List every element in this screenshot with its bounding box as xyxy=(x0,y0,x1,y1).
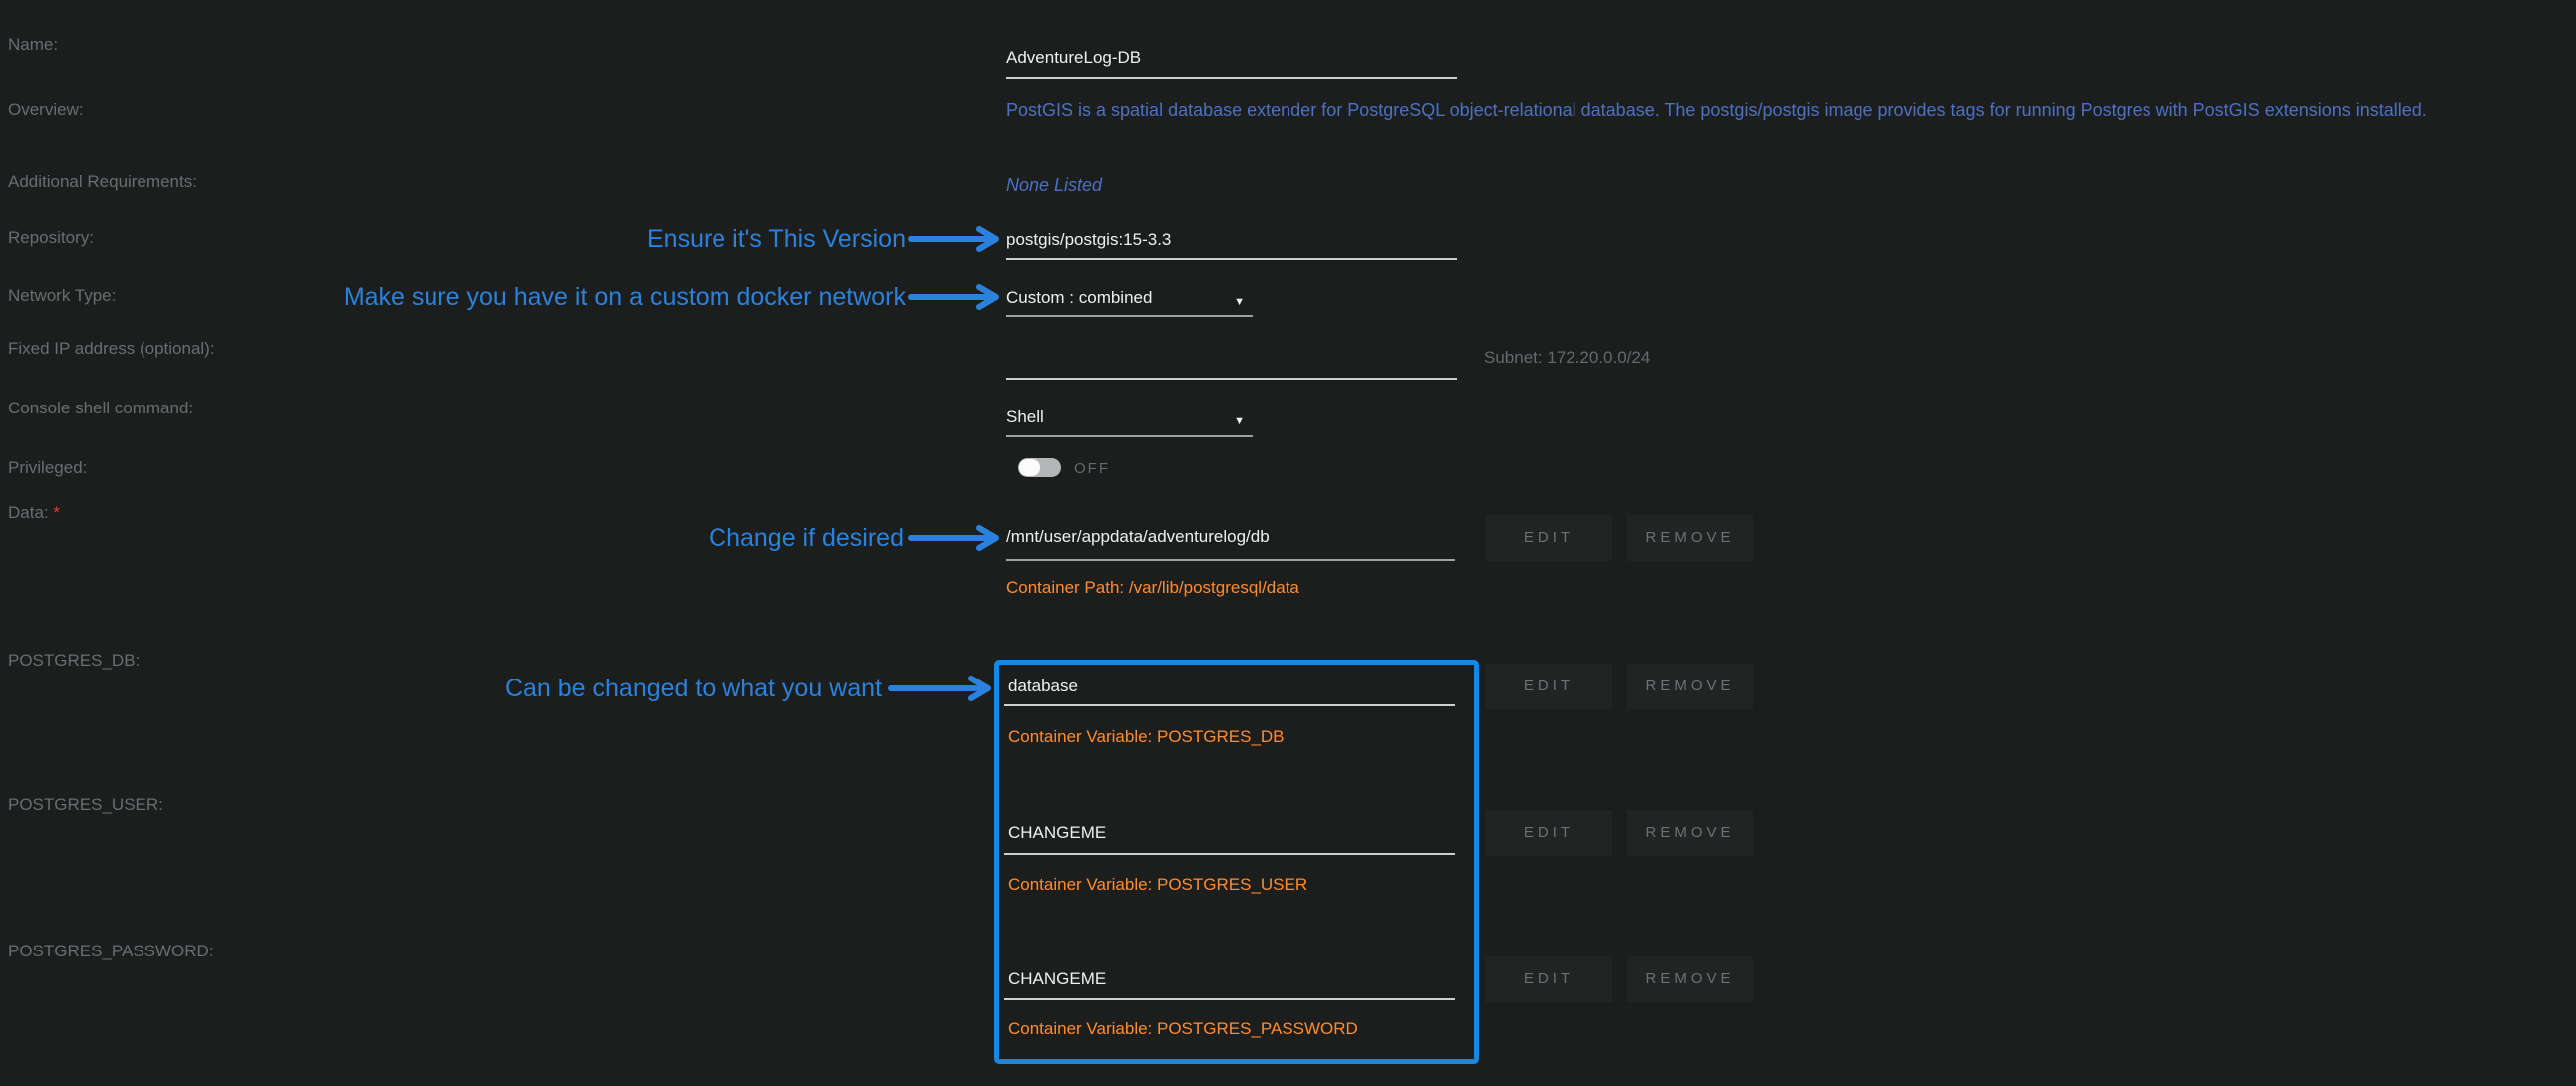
additional-requirements-label: Additional Requirements: xyxy=(8,172,197,192)
postgres-user-variable-note: Container Variable: POSTGRES_USER xyxy=(1008,875,1307,895)
repository-annotation: Ensure it's This Version xyxy=(408,225,906,253)
privileged-state-label: OFF xyxy=(1074,460,1110,478)
postgres-user-edit-button[interactable]: EDIT xyxy=(1485,810,1612,856)
toggle-knob xyxy=(1019,459,1040,476)
additional-requirements-value: None Listed xyxy=(1006,174,1102,196)
data-label-text: Data: xyxy=(8,503,49,522)
postgres-db-label: POSTGRES_DB: xyxy=(8,651,140,671)
postgres-password-input[interactable]: CHANGEME xyxy=(1008,968,1106,990)
network-type-underline xyxy=(1006,315,1253,317)
chevron-down-icon: ▼ xyxy=(1234,410,1245,432)
postgres-password-remove-button[interactable]: REMOVE xyxy=(1627,956,1753,1002)
repository-input[interactable]: postgis/postgis:15-3.3 xyxy=(1006,229,1171,251)
postgres-user-label: POSTGRES_USER: xyxy=(8,795,163,815)
data-annotation-arrow xyxy=(908,525,1002,551)
network-type-select[interactable]: Custom : combined ▼ xyxy=(1006,287,1253,309)
postgres-db-remove-button[interactable]: REMOVE xyxy=(1627,664,1753,709)
postgres-highlight-box xyxy=(994,660,1479,1064)
overview-text: PostGIS is a spatial database extender f… xyxy=(1006,99,2427,121)
subnet-text: Subnet: 172.20.0.0/24 xyxy=(1484,348,1650,368)
postgres-db-underline xyxy=(1004,704,1455,706)
postgres-password-underline xyxy=(1004,998,1455,1000)
postgres-db-edit-button[interactable]: EDIT xyxy=(1485,664,1612,709)
data-path-underline xyxy=(1006,559,1455,561)
postgres-password-edit-button[interactable]: EDIT xyxy=(1485,956,1612,1002)
console-shell-underline xyxy=(1006,435,1253,437)
postgres-annotation-arrow xyxy=(888,676,994,701)
postgres-password-variable-note: Container Variable: POSTGRES_PASSWORD xyxy=(1008,1019,1358,1039)
repository-annotation-arrow xyxy=(908,226,1002,252)
console-shell-select[interactable]: Shell ▼ xyxy=(1006,407,1253,428)
privileged-label: Privileged: xyxy=(8,458,87,478)
data-label: Data: * xyxy=(8,503,60,523)
network-annotation: Make sure you have it on a custom docker… xyxy=(109,283,906,311)
data-path-input[interactable]: /mnt/user/appdata/adventurelog/db xyxy=(1006,526,1270,548)
postgres-password-label: POSTGRES_PASSWORD: xyxy=(8,942,214,961)
data-remove-button[interactable]: REMOVE xyxy=(1627,515,1753,561)
data-edit-button[interactable]: EDIT xyxy=(1485,515,1612,561)
network-annotation-arrow xyxy=(908,284,1002,310)
name-input[interactable]: AdventureLog-DB xyxy=(1006,47,1141,69)
repository-input-underline xyxy=(1006,258,1457,260)
console-shell-label: Console shell command: xyxy=(8,399,193,418)
network-type-label: Network Type: xyxy=(8,286,116,306)
repository-label: Repository: xyxy=(8,228,94,248)
overview-label: Overview: xyxy=(8,100,84,120)
required-asterisk: * xyxy=(53,503,60,522)
data-container-path-note: Container Path: /var/lib/postgresql/data xyxy=(1006,578,1299,598)
fixed-ip-label: Fixed IP address (optional): xyxy=(8,339,215,359)
postgres-db-input[interactable]: database xyxy=(1008,676,1078,697)
postgres-user-remove-button[interactable]: REMOVE xyxy=(1627,810,1753,856)
docker-template-settings-page: Name: Overview: Additional Requirements:… xyxy=(0,0,2576,1086)
privileged-toggle[interactable] xyxy=(1018,458,1061,477)
network-type-selected-value: Custom : combined xyxy=(1006,288,1152,307)
postgres-user-input[interactable]: CHANGEME xyxy=(1008,822,1106,844)
name-label: Name: xyxy=(8,35,58,55)
fixed-ip-input-underline[interactable] xyxy=(1006,378,1457,380)
data-annotation: Change if desired xyxy=(406,524,904,552)
name-input-underline xyxy=(1006,77,1457,79)
postgres-user-underline xyxy=(1004,853,1455,855)
console-shell-selected-value: Shell xyxy=(1006,407,1044,426)
postgres-db-variable-note: Container Variable: POSTGRES_DB xyxy=(1008,727,1285,747)
postgres-annotation: Can be changed to what you want xyxy=(284,675,882,702)
chevron-down-icon: ▼ xyxy=(1234,291,1245,313)
